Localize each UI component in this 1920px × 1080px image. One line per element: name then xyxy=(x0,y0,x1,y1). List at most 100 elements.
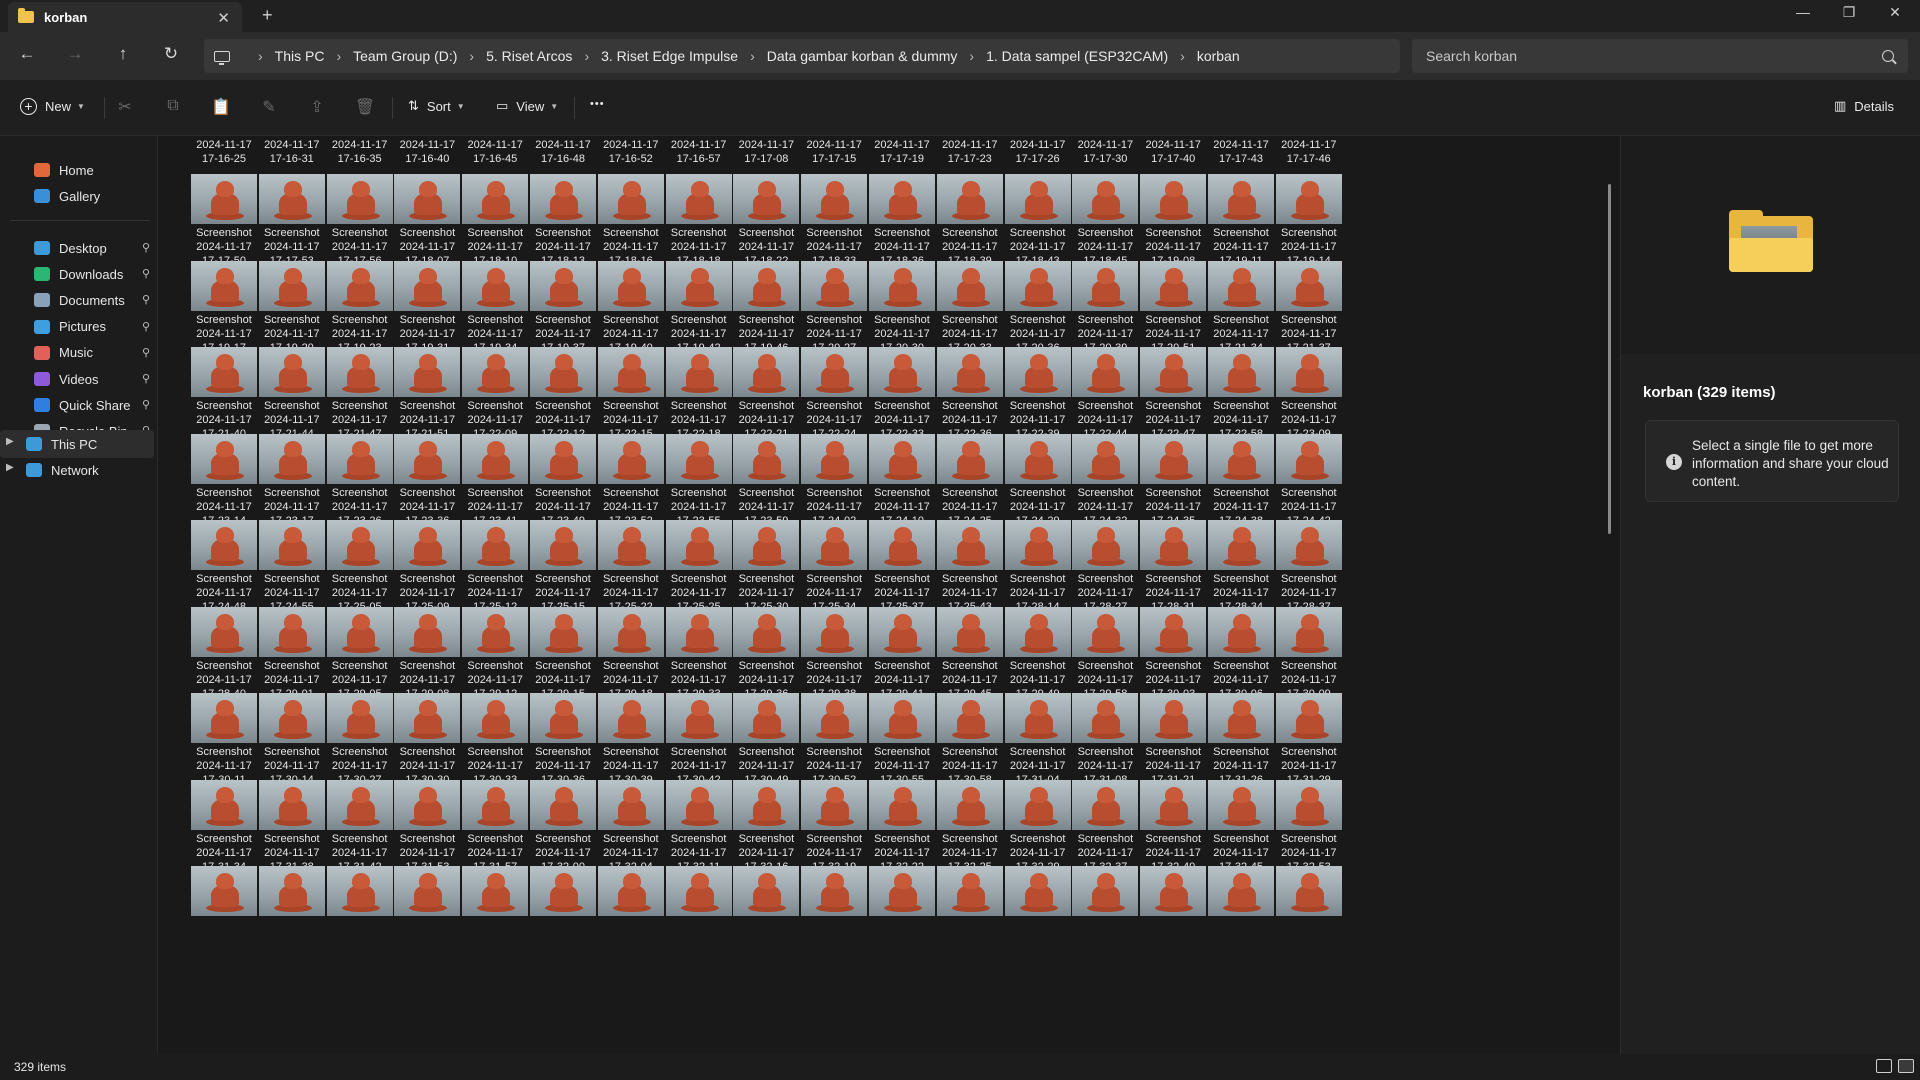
thumbnail-figure-head xyxy=(961,786,980,803)
sidebar-item-gallery[interactable]: Gallery xyxy=(8,182,154,210)
file-name-prefix: Screenshot xyxy=(806,486,863,499)
minimize-button[interactable]: — xyxy=(1780,4,1826,20)
thumbnail-figure-head xyxy=(961,700,980,716)
sort-button[interactable]: ⇅ Sort ▼ xyxy=(408,98,465,114)
sidebar-item-pictures[interactable]: Pictures ⚲ xyxy=(8,313,154,341)
pin-icon[interactable]: ⚲ xyxy=(142,267,150,280)
pin-icon[interactable]: ⚲ xyxy=(142,346,150,359)
vertical-scrollbar[interactable] xyxy=(1608,184,1611,534)
search-input[interactable] xyxy=(1426,48,1882,64)
sidebar-item-videos[interactable]: Videos ⚲ xyxy=(8,365,154,393)
sidebar-item-label: This PC xyxy=(51,436,98,452)
sidebar-item-home[interactable]: Home xyxy=(8,156,154,184)
new-tab-button[interactable]: + xyxy=(262,5,273,26)
pc-icon xyxy=(26,437,42,451)
up-button[interactable]: ↑ xyxy=(110,44,136,64)
tab-korban[interactable]: korban ✕ xyxy=(8,2,242,32)
pin-icon[interactable]: ⚲ xyxy=(142,293,150,306)
refresh-button[interactable]: ↻ xyxy=(158,44,184,64)
file-date: 2024-11-17 xyxy=(1213,760,1269,772)
chevron-right-icon[interactable]: ▶ xyxy=(6,436,14,447)
view-button[interactable]: ▭ View ▼ xyxy=(496,98,558,114)
file-item[interactable]: Screenshot 2024-11-17 17-23-09 xyxy=(1265,347,1349,440)
thumbnail-figure-head xyxy=(1165,354,1184,370)
sidebar-item-documents[interactable]: Documents ⚲ xyxy=(8,286,154,314)
sidebar-item-music[interactable]: Music ⚲ xyxy=(8,339,154,367)
breadcrumb-item[interactable]: Team Group (D:) xyxy=(353,48,457,64)
thumbnail-figure-head xyxy=(622,440,641,457)
file-thumbnail xyxy=(1275,606,1342,657)
file-item[interactable]: Screenshot 2024-11-17 17-31-29 xyxy=(1265,693,1349,786)
network-icon xyxy=(26,463,42,477)
pin-icon[interactable]: ⚲ xyxy=(142,320,150,333)
breadcrumb-item[interactable]: 3. Riset Edge Impulse xyxy=(601,48,738,64)
large-icons-view-toggle[interactable] xyxy=(1898,1059,1914,1073)
file-name-prefix: Screenshot xyxy=(602,486,659,499)
sidebar-item-network[interactable]: ▶ Network xyxy=(0,456,154,484)
pin-icon[interactable]: ⚲ xyxy=(142,372,150,385)
thumbnail-figure-head xyxy=(690,873,709,889)
thumbnail-figure-head xyxy=(690,267,709,284)
tab-close-button[interactable]: ✕ xyxy=(217,9,230,27)
file-name-prefix: Screenshot xyxy=(941,486,998,499)
file-time: 17-17-26 xyxy=(1015,153,1060,165)
file-thumbnail xyxy=(1140,866,1207,916)
maximize-button[interactable]: ❐ xyxy=(1826,4,1872,21)
more-options-button[interactable]: ••• xyxy=(590,98,605,110)
file-item[interactable]: Screenshot 2024-11-17 17-30-09 xyxy=(1265,606,1349,700)
close-window-button[interactable]: ✕ xyxy=(1872,4,1918,21)
new-button[interactable]: + New ▼ xyxy=(20,98,85,115)
thumbnail-figure-head xyxy=(1233,873,1251,889)
file-item[interactable]: Screenshot 2024-11-17 17-21-37 xyxy=(1265,260,1349,354)
file-date: 2024-11-17 xyxy=(535,760,591,772)
search-box[interactable] xyxy=(1412,39,1908,73)
back-button[interactable]: ← xyxy=(14,44,40,64)
file-item[interactable]: Screenshot 2024-11-17 17-24-42 xyxy=(1265,433,1349,527)
file-name-prefix: Screenshot xyxy=(196,746,252,758)
breadcrumb-item[interactable]: This PC xyxy=(275,48,325,64)
breadcrumb-item[interactable]: Data gambar korban & dummy xyxy=(767,48,958,64)
pin-icon[interactable]: ⚲ xyxy=(142,241,150,254)
breadcrumb-item[interactable]: 5. Riset Arcos xyxy=(486,48,572,64)
thumbnail-figure-head xyxy=(1233,786,1251,803)
file-date: 2024-11-17 xyxy=(738,846,795,859)
cut-icon[interactable]: ✂ xyxy=(114,97,136,119)
sidebar-item-quick-share[interactable]: Quick Share ⚲ xyxy=(8,391,154,419)
pin-icon[interactable]: ⚲ xyxy=(142,398,150,411)
breadcrumb-item[interactable]: 1. Data sampel (ESP32CAM) xyxy=(986,48,1168,64)
chevron-right-icon[interactable]: ▶ xyxy=(6,462,14,473)
file-name-prefix: Screenshot xyxy=(1077,573,1134,585)
rename-icon[interactable]: ✎ xyxy=(258,97,280,119)
file-grid[interactable]: 2024-11-17 17-16-25 2024-11-17 17-16-31 20… xyxy=(160,136,1618,1054)
file-date: 2024-11-17 xyxy=(1145,846,1201,859)
paste-icon[interactable]: 📋 xyxy=(210,97,232,119)
sidebar-item-this-pc[interactable]: ▶ This PC xyxy=(0,430,154,458)
file-name-prefix: Screenshot xyxy=(874,746,930,758)
thumbnail-figure-head xyxy=(894,354,912,370)
file-date: 2024-11-17 xyxy=(1077,846,1134,859)
file-item[interactable]: Screenshot 2024-11-17 17-19-14 xyxy=(1265,174,1349,267)
details-view-toggle[interactable] xyxy=(1876,1059,1892,1073)
copy-icon[interactable]: ⧉ xyxy=(162,97,184,119)
thumbnail-figure-head xyxy=(1029,786,1048,803)
thumbnail-figure-head xyxy=(1165,440,1184,457)
share-icon[interactable]: ⇪ xyxy=(306,97,328,119)
file-name-prefix: Screenshot xyxy=(941,659,998,672)
file-item[interactable]: Screenshot 2024-11-17 17-28-37 xyxy=(1265,520,1349,613)
file-name-prefix: Screenshot xyxy=(1077,227,1134,239)
search-icon[interactable] xyxy=(1882,50,1894,62)
breadcrumb-item[interactable]: korban xyxy=(1197,48,1240,64)
forward-button[interactable]: → xyxy=(62,44,88,64)
address-bar[interactable]: › This PC › Team Group (D:) › 5. Riset Arcos ›… xyxy=(204,39,1400,73)
file-name-prefix: Screenshot xyxy=(1280,313,1337,326)
sidebar-item-downloads[interactable]: Downloads ⚲ xyxy=(8,260,154,288)
thumbnail-figure-head xyxy=(1300,786,1319,803)
file-name-prefix: Screenshot xyxy=(941,746,998,758)
file-name-prefix: Screenshot xyxy=(1280,573,1337,585)
delete-icon[interactable]: 🗑 xyxy=(354,97,376,119)
file-thumbnail xyxy=(1208,866,1274,916)
details-button[interactable]: ▥ Details xyxy=(1834,98,1894,114)
sidebar-item-desktop[interactable]: Desktop ⚲ xyxy=(8,234,154,262)
thumbnail-figure-head xyxy=(894,440,912,457)
file-item[interactable]: Screenshot 2024-11-17 17-32-53 xyxy=(1265,779,1349,873)
